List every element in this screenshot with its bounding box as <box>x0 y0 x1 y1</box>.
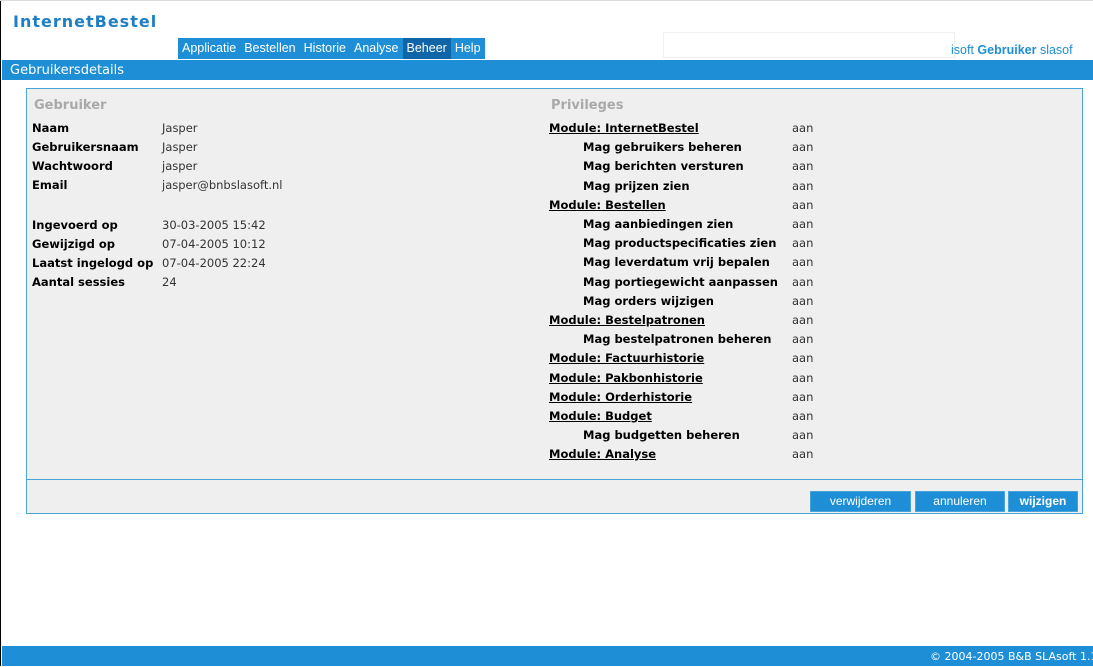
menu-item-analyse[interactable]: Analyse <box>350 38 402 59</box>
privilege-name: Mag portiegewicht aanpassen <box>583 275 778 289</box>
edit-button[interactable]: wijzigen <box>1008 491 1078 512</box>
header-blank-area <box>663 32 955 58</box>
user-section-title: Gebruiker <box>34 98 107 113</box>
privilege-status: aan <box>792 351 814 365</box>
privilege-name: Mag budgetten beheren <box>583 428 740 442</box>
menu-item-historie[interactable]: Historie <box>300 38 350 59</box>
window-top-border <box>0 0 1093 1</box>
menu-item-applicatie[interactable]: Applicatie <box>178 38 240 59</box>
field-value: Jasper <box>162 140 198 154</box>
privilege-status: aan <box>792 428 814 442</box>
field-label: Naam <box>32 121 70 135</box>
privilege-status: aan <box>792 447 814 461</box>
privilege-status: aan <box>792 409 814 423</box>
field-value: jasper@bnbslasoft.nl <box>162 178 283 192</box>
privilege-module-link[interactable]: Module: Bestelpatronen <box>549 311 705 330</box>
field-value: 30-03-2005 15:42 <box>162 218 266 232</box>
menu-item-beheer[interactable]: Beheer <box>402 38 451 59</box>
privilege-status: aan <box>792 332 814 346</box>
field-label: Email <box>32 178 68 192</box>
field-value: jasper <box>162 159 198 173</box>
privilege-status: aan <box>792 294 814 308</box>
privilege-name: Mag orders wijzigen <box>583 294 714 308</box>
privilege-module-link[interactable]: Module: Analyse <box>549 445 656 464</box>
field-label: Wachtwoord <box>32 159 113 173</box>
privilege-status: aan <box>792 255 814 269</box>
footer-bar: © 2004-2005 B&B SLAsoft 1.1 <box>2 646 1093 666</box>
privilege-status: aan <box>792 313 814 327</box>
page-header-bar: Gebruikersdetails <box>2 60 1093 80</box>
window-left-border <box>0 0 1 666</box>
privilege-status: aan <box>792 159 814 173</box>
privileges-section-title: Privileges <box>551 98 624 113</box>
privilege-status: aan <box>792 121 814 135</box>
privilege-name: Mag bestelpatronen beheren <box>583 332 772 346</box>
privilege-module-link[interactable]: Module: Pakbonhistorie <box>549 369 703 388</box>
field-value: 07-04-2005 10:12 <box>162 237 266 251</box>
field-label: Gewijzigd op <box>32 237 115 251</box>
privilege-status: aan <box>792 140 814 154</box>
privilege-name: Mag leverdatum vrij bepalen <box>583 255 770 269</box>
privilege-module-link[interactable]: Module: Bestellen <box>549 196 666 215</box>
privilege-status: aan <box>792 390 814 404</box>
field-value: Jasper <box>162 121 198 135</box>
privilege-name: Mag productspecificaties zien <box>583 236 777 250</box>
user-details-panel: Gebruiker Naam Jasper Gebruikersnaam Jas… <box>26 88 1083 514</box>
app-title: InternetBestel <box>13 12 158 31</box>
privilege-name: Mag gebruikers beheren <box>583 140 742 154</box>
privilege-status: aan <box>792 198 814 212</box>
privilege-name: Mag berichten versturen <box>583 159 744 173</box>
privilege-module-link[interactable]: Module: Budget <box>549 407 652 426</box>
privilege-name: Mag aanbiedingen zien <box>583 217 734 231</box>
page-title: Gebruikersdetails <box>10 63 125 78</box>
user-info-label: Gebruiker <box>977 43 1037 57</box>
panel-divider <box>27 479 1082 480</box>
field-value: 07-04-2005 22:24 <box>162 256 266 270</box>
user-info-name: slasof <box>1036 43 1073 57</box>
privilege-status: aan <box>792 275 814 289</box>
field-label: Ingevoerd op <box>32 218 118 232</box>
field-label: Aantal sessies <box>32 275 125 289</box>
field-label: Gebruikersnaam <box>32 140 139 154</box>
privilege-status: aan <box>792 217 814 231</box>
menu-item-help[interactable]: Help <box>451 38 485 59</box>
privilege-status: aan <box>792 371 814 385</box>
cancel-button[interactable]: annuleren <box>915 491 1005 512</box>
field-label: Laatst ingelogd op <box>32 256 154 270</box>
main-menu: Applicatie Bestellen Historie Analyse Be… <box>178 38 485 59</box>
privilege-status: aan <box>792 236 814 250</box>
privilege-module-link[interactable]: Module: Orderhistorie <box>549 388 692 407</box>
menu-item-bestellen[interactable]: Bestellen <box>240 38 299 59</box>
privilege-name: Mag prijzen zien <box>583 179 690 193</box>
field-value: 24 <box>162 275 177 289</box>
footer-copyright: © 2004-2005 B&B SLAsoft 1.1 <box>930 650 1093 663</box>
user-info: isoft Gebruiker slasof <box>951 42 1093 58</box>
privilege-module-link[interactable]: Module: Factuurhistorie <box>549 349 704 368</box>
privilege-status: aan <box>792 179 814 193</box>
user-info-prefix: isoft <box>951 43 978 57</box>
privilege-module-link[interactable]: Module: InternetBestel <box>549 119 699 138</box>
delete-button[interactable]: verwijderen <box>810 491 911 512</box>
